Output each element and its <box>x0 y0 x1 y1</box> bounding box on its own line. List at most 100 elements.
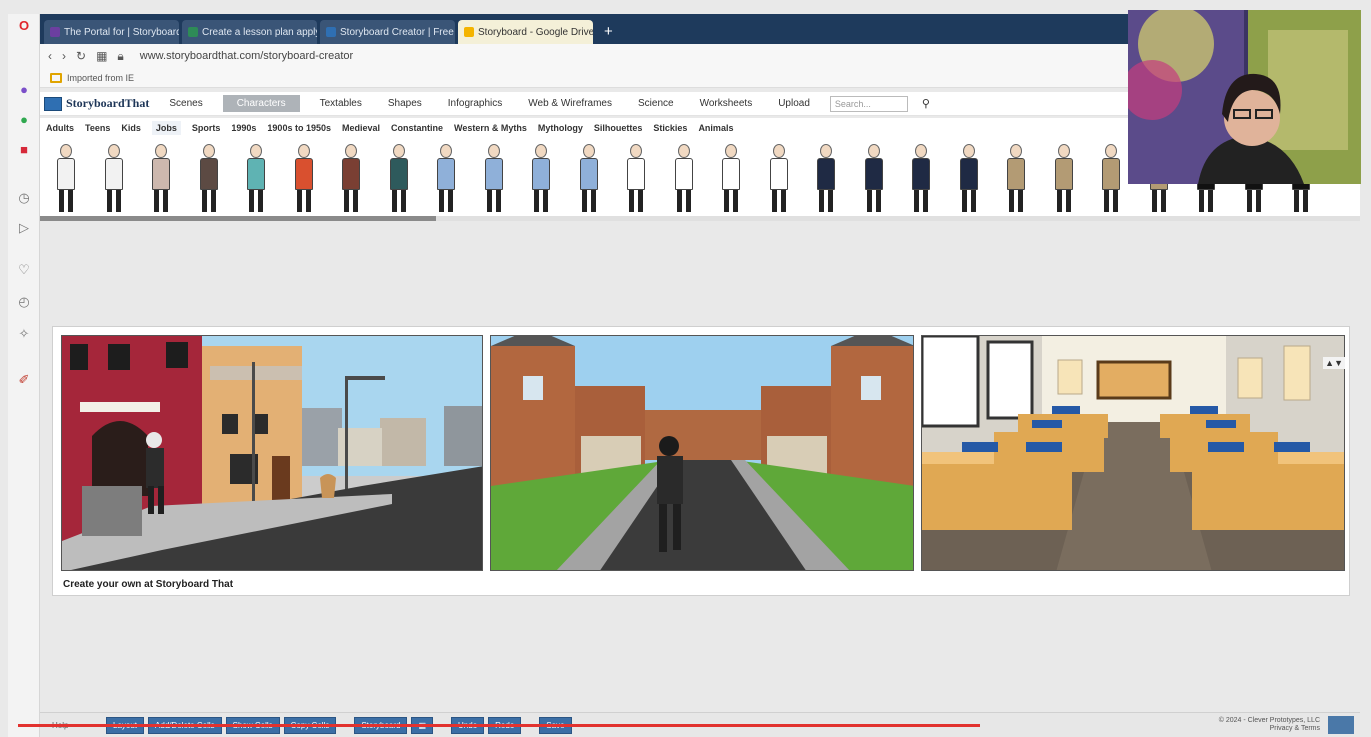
character-body <box>152 158 170 190</box>
clock-icon[interactable]: ◷ <box>16 190 32 206</box>
player-icon[interactable]: ▷ <box>16 220 32 236</box>
cell-reorder-arrows[interactable]: ▲▼ <box>1323 357 1345 369</box>
category-kids[interactable]: Kids <box>121 123 141 133</box>
character-1[interactable] <box>102 144 126 214</box>
character-legs <box>1151 190 1166 212</box>
character-head <box>867 144 880 158</box>
category-medieval[interactable]: Medieval <box>342 123 380 133</box>
category-mythology[interactable]: Mythology <box>538 123 583 133</box>
reload-icon[interactable]: ↻ <box>76 49 86 63</box>
character-10[interactable] <box>529 144 553 214</box>
character-head <box>155 144 167 158</box>
category-silhouettes[interactable]: Silhouettes <box>594 123 643 133</box>
character-11[interactable] <box>577 144 601 214</box>
category-adults[interactable]: Adults <box>46 123 74 133</box>
category-sports[interactable]: Sports <box>192 123 221 133</box>
logo-icon <box>44 96 62 111</box>
character-7[interactable] <box>387 144 411 214</box>
tab-characters[interactable]: Characters <box>222 95 300 112</box>
whatsapp-icon[interactable]: ● <box>16 112 32 128</box>
tab-infographics[interactable]: Infographics <box>442 95 508 112</box>
storyboard-cell-2[interactable] <box>490 335 914 571</box>
instagram-icon[interactable]: ■ <box>16 142 32 158</box>
tab-upload[interactable]: Upload <box>772 95 816 112</box>
back-icon[interactable]: ‹ <box>48 49 52 63</box>
browser-tab-2[interactable]: Storyboard Creator | Free ✕ <box>320 20 455 44</box>
character-legs <box>59 190 73 212</box>
character-17[interactable] <box>862 144 886 214</box>
character-head <box>250 144 262 158</box>
pin-icon[interactable]: ✐ <box>16 372 32 388</box>
character-head <box>725 144 737 158</box>
browser-tab-1[interactable]: Create a lesson plan apply l... ✕ <box>182 20 317 44</box>
video-progress-bar[interactable] <box>18 724 980 727</box>
browser-tab-3[interactable]: Storyboard - Google Drive ✕ <box>458 20 593 44</box>
browser-tab-0[interactable]: The Portal for | Storyboarder... ✕ <box>44 20 179 44</box>
tab-title: The Portal for | Storyboarder... <box>64 26 179 38</box>
tab-scenes[interactable]: Scenes <box>163 95 208 112</box>
character-head <box>915 144 927 158</box>
category-animals[interactable]: Animals <box>698 123 733 133</box>
character-body <box>912 158 930 190</box>
character-13[interactable] <box>672 144 696 214</box>
category-1900s-1950s[interactable]: 1900s to 1950s <box>267 123 331 133</box>
copyright-text: © 2024 - Clever Prototypes, LLC Privacy &… <box>1218 717 1320 732</box>
character-8[interactable] <box>434 144 458 214</box>
tab-web-wireframes[interactable]: Web & Wireframes <box>522 95 618 112</box>
character-16[interactable] <box>814 144 838 214</box>
history-icon[interactable]: ◴ <box>16 294 32 310</box>
character-2[interactable] <box>149 144 173 214</box>
category-stickies[interactable]: Stickies <box>653 123 687 133</box>
character-head <box>487 144 500 158</box>
tab-textables[interactable]: Textables <box>314 95 368 112</box>
character-5[interactable] <box>292 144 316 214</box>
category-jobs[interactable]: Jobs <box>151 121 181 135</box>
character-12[interactable] <box>624 144 648 214</box>
character-3[interactable] <box>197 144 221 214</box>
character-scrollbar[interactable] <box>40 216 1360 221</box>
tab-shapes[interactable]: Shapes <box>382 95 428 112</box>
character-6[interactable] <box>339 144 363 214</box>
character-head <box>345 144 357 158</box>
character-21[interactable] <box>1052 144 1076 214</box>
opera-logo-icon[interactable]: O <box>16 18 32 34</box>
character-15[interactable] <box>767 144 791 214</box>
fullscreen-icon[interactable] <box>1328 716 1354 734</box>
tab-worksheets[interactable]: Worksheets <box>694 95 759 112</box>
character-0[interactable] <box>54 144 78 214</box>
character-head <box>630 144 642 158</box>
search-icon[interactable]: ⚲ <box>922 97 930 110</box>
character-body <box>1102 158 1120 190</box>
storyboard-cell-3[interactable] <box>921 335 1345 571</box>
aria-icon[interactable]: ● <box>16 82 32 98</box>
character-head <box>535 144 547 158</box>
character-14[interactable] <box>719 144 743 214</box>
new-tab-icon[interactable]: + <box>596 23 621 44</box>
character-head <box>962 144 975 158</box>
url-field[interactable]: www.storyboardthat.com/storyboard-creato… <box>140 50 353 62</box>
character-9[interactable] <box>482 144 506 214</box>
character-18[interactable] <box>909 144 933 214</box>
speed-dial-icon[interactable]: ▦ <box>96 49 107 63</box>
character-body <box>769 158 788 190</box>
search-input[interactable]: Search... <box>829 95 908 112</box>
tab-title: Create a lesson plan apply l... <box>202 26 317 38</box>
category-teens[interactable]: Teens <box>85 123 110 133</box>
character-4[interactable] <box>244 144 268 214</box>
storyboard-cell-1[interactable] <box>61 335 483 571</box>
character-20[interactable] <box>1004 144 1028 214</box>
character-19[interactable] <box>957 144 981 214</box>
category-western-myths[interactable]: Western & Myths <box>454 123 527 133</box>
address-bar: ‹ › ↻ ▦ 🔒︎ www.storyboardthat.com/storyb… <box>40 44 1130 68</box>
extensions-icon[interactable]: ✧ <box>16 326 32 342</box>
scrollbar-thumb[interactable] <box>40 216 436 221</box>
category-constantine[interactable]: Constantine <box>391 123 443 133</box>
favicon-icon <box>50 27 60 37</box>
category-1990s[interactable]: 1990s <box>231 123 256 133</box>
character-22[interactable] <box>1099 144 1123 214</box>
character-body <box>674 158 693 190</box>
tab-science[interactable]: Science <box>632 95 680 112</box>
forward-icon[interactable]: › <box>62 49 66 63</box>
bookmark-item[interactable]: Imported from IE <box>67 73 134 83</box>
heart-icon[interactable]: ♡ <box>16 262 32 278</box>
